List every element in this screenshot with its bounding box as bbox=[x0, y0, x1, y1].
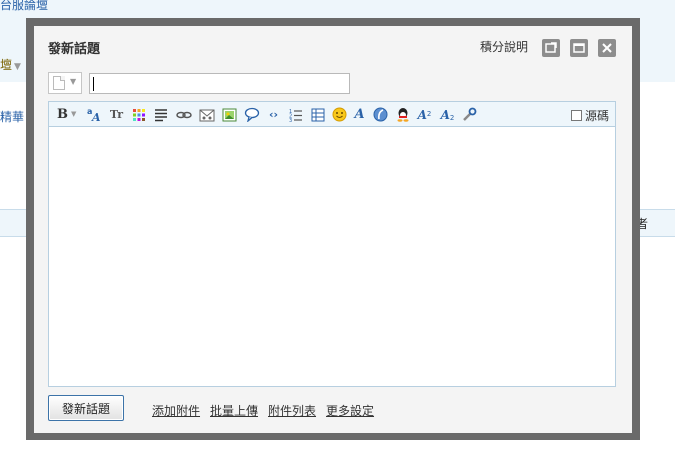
bold-icon[interactable]: B ▼ bbox=[57, 106, 83, 123]
submit-topic-button[interactable]: 發新話題 bbox=[48, 395, 124, 421]
quote-icon[interactable] bbox=[243, 106, 260, 123]
editor-body[interactable] bbox=[49, 128, 615, 386]
chevron-down-icon: ▼ bbox=[70, 77, 77, 86]
forum-select-label: 壇 bbox=[0, 58, 13, 72]
italic-font-icon[interactable]: A bbox=[351, 106, 368, 123]
close-icon bbox=[602, 43, 612, 53]
dialog-title: 發新話題 bbox=[48, 42, 101, 57]
score-help-link[interactable]: 積分說明 bbox=[480, 38, 528, 55]
source-checkbox[interactable] bbox=[570, 110, 582, 121]
forum-nav-link[interactable]: 台服論壇 bbox=[0, 0, 48, 13]
batch-upload-link[interactable]: 批量上傳 bbox=[210, 402, 258, 419]
qq-icon[interactable] bbox=[394, 106, 411, 123]
superscript-icon[interactable]: A2 bbox=[416, 106, 433, 123]
rich-text-editor: B ▼ aA Tr ‹› 123 A A2 A2 源碼 bbox=[48, 101, 616, 387]
list-icon[interactable]: 123 bbox=[287, 106, 304, 123]
tools-icon[interactable] bbox=[461, 106, 478, 123]
font-color-icon[interactable]: aA bbox=[86, 106, 103, 123]
email-icon[interactable] bbox=[198, 106, 215, 123]
add-attachment-link[interactable]: 添加附件 bbox=[152, 402, 200, 419]
background-color-icon[interactable] bbox=[130, 106, 147, 123]
source-toggle[interactable]: 源碼 bbox=[570, 107, 609, 124]
subscript-icon[interactable]: A2 bbox=[439, 106, 456, 123]
text-cursor bbox=[93, 77, 94, 91]
maximize-icon bbox=[573, 43, 585, 53]
forum-select[interactable]: 壇 ▼ bbox=[0, 56, 21, 73]
maximize-button[interactable] bbox=[570, 39, 588, 57]
topic-type-select[interactable]: ▼ bbox=[48, 72, 82, 94]
emoticon-icon[interactable] bbox=[331, 106, 348, 123]
link-icon[interactable] bbox=[175, 106, 192, 123]
subject-input[interactable] bbox=[89, 73, 350, 94]
table-icon[interactable] bbox=[309, 106, 326, 123]
font-size-icon[interactable]: Tr bbox=[108, 106, 125, 123]
popout-icon bbox=[545, 42, 557, 53]
align-icon[interactable] bbox=[152, 106, 169, 123]
close-button[interactable] bbox=[598, 39, 616, 57]
svg-text:3: 3 bbox=[289, 118, 292, 122]
image-icon[interactable] bbox=[221, 106, 238, 123]
author-column-header: 作者 bbox=[636, 217, 649, 231]
source-label: 源碼 bbox=[584, 109, 609, 123]
more-settings-link[interactable]: 更多設定 bbox=[326, 402, 374, 419]
new-topic-dialog: 發新話題 積分說明 ▼ B ▼ aA Tr ‹› 123 A A 2 A 2 源… bbox=[34, 26, 632, 433]
flash-icon[interactable] bbox=[372, 106, 389, 123]
digest-link[interactable]: 精華 bbox=[0, 108, 24, 125]
document-icon bbox=[53, 76, 65, 90]
attachment-list-link[interactable]: 附件列表 bbox=[268, 402, 316, 419]
svg-text:A: A bbox=[91, 111, 101, 123]
code-icon[interactable]: ‹› bbox=[265, 106, 282, 123]
chevron-down-icon: ▼ bbox=[14, 62, 21, 72]
editor-toolbar: B ▼ aA Tr ‹› 123 A A2 A2 源碼 bbox=[49, 102, 615, 127]
popout-button[interactable] bbox=[542, 39, 560, 57]
